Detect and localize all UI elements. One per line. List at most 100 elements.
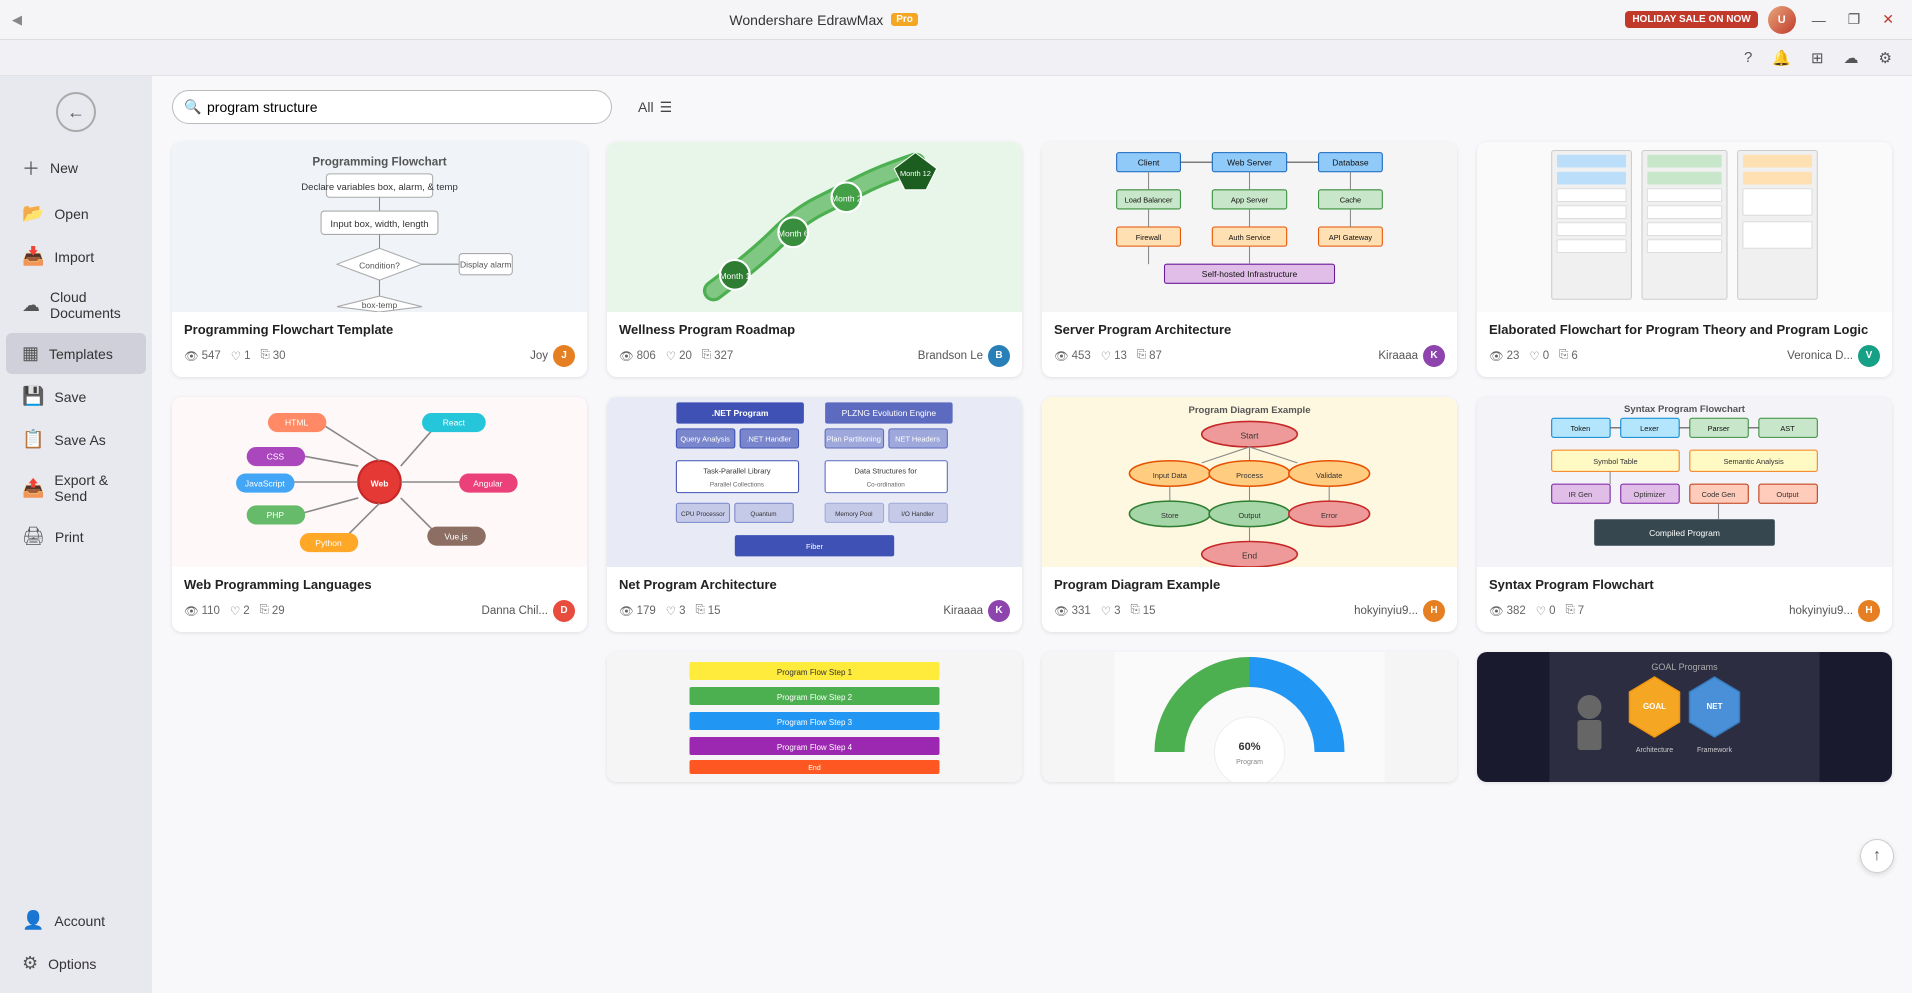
- svg-text:Parser: Parser: [1708, 424, 1730, 433]
- template-card-11[interactable]: GOAL Programs GOAL NET Architecture Fram…: [1477, 652, 1892, 782]
- template-card-3[interactable]: Client Web Server Database Load Balancer…: [1042, 142, 1457, 377]
- sidebar-item-account[interactable]: 👤 Account: [6, 900, 146, 941]
- settings-icon[interactable]: ⚙: [1875, 47, 1896, 69]
- svg-text:CPU Processor: CPU Processor: [681, 511, 726, 518]
- account-icon: 👤: [22, 910, 44, 931]
- heart-icon-7: ♡: [1101, 604, 1111, 618]
- likes-stat-3: ♡ 13: [1101, 349, 1127, 363]
- template-card-9[interactable]: Program Flow Step 1 Program Flow Step 2 …: [607, 652, 1022, 782]
- user-avatar[interactable]: U: [1768, 6, 1796, 34]
- copies-stat-8: ⎘ 7: [1566, 604, 1585, 617]
- sidebar-item-new[interactable]: ＋ New: [6, 145, 146, 191]
- card-meta-2: 👁 806 ♡ 20 ⎘ 327 Brandson Le: [619, 345, 1010, 367]
- sidebar-item-save[interactable]: 💾 Save: [6, 376, 146, 417]
- sidebar-item-print[interactable]: 🖨 Print: [6, 516, 146, 557]
- svg-text:Symbol Table: Symbol Table: [1593, 457, 1637, 466]
- author-3: Kiraaaa K: [1378, 345, 1445, 367]
- views-stat-2: 👁 806: [619, 349, 656, 363]
- eye-icon-8: 👁: [1489, 604, 1504, 618]
- sidebar-item-save-as[interactable]: 📋 Save As: [6, 419, 146, 460]
- template-card-8[interactable]: Syntax Program Flowchart Token Lexer Par…: [1477, 397, 1892, 632]
- upload-cloud-icon[interactable]: ☁: [1840, 47, 1863, 69]
- author-avatar-8: H: [1858, 600, 1880, 622]
- search-icon: 🔍: [184, 99, 201, 116]
- author-1: Joy J: [530, 345, 575, 367]
- svg-text:Query Analysis: Query Analysis: [680, 435, 730, 444]
- maximize-button[interactable]: ❐: [1842, 9, 1867, 30]
- titlebar-left: ◀: [12, 12, 22, 28]
- author-avatar-5: D: [553, 600, 575, 622]
- sidebar-item-templates[interactable]: ▦ Templates: [6, 333, 146, 374]
- card-meta-8: 👁 382 ♡ 0 ⎘ 7 hokyinyiu9...: [1489, 600, 1880, 622]
- sidebar-item-import[interactable]: 📥 Import: [6, 236, 146, 277]
- help-icon[interactable]: ?: [1740, 47, 1756, 68]
- svg-text:Cache: Cache: [1340, 196, 1361, 205]
- sidebar-item-cloud-label: Cloud Documents: [50, 289, 130, 321]
- toolbar2: ? 🔔 ⊞ ☁ ⚙: [0, 40, 1912, 76]
- svg-text:Optimizer: Optimizer: [1634, 490, 1666, 499]
- template-card-1[interactable]: Programming Flowchart Declare variables …: [172, 142, 587, 377]
- template-card-4[interactable]: Elaborated Flowchart for Program Theory …: [1477, 142, 1892, 377]
- svg-text:Semantic Analysis: Semantic Analysis: [1723, 457, 1784, 466]
- template-card-5[interactable]: Web HTML CSS JavaScript PHP: [172, 397, 587, 632]
- heart-icon-3: ♡: [1101, 349, 1111, 363]
- template-card-10[interactable]: 60% Program: [1042, 652, 1457, 782]
- filter-button[interactable]: All ☰: [624, 92, 686, 123]
- author-avatar-1: J: [553, 345, 575, 367]
- likes-stat-4: ♡ 0: [1529, 349, 1549, 363]
- card-meta-6: 👁 179 ♡ 3 ⎘ 15 Kiraaaa: [619, 600, 1010, 622]
- svg-text:GOAL: GOAL: [1643, 702, 1666, 711]
- author-avatar-7: H: [1423, 600, 1445, 622]
- filter-icon: ☰: [660, 99, 673, 116]
- sidebar-item-options[interactable]: ⚙ Options: [6, 943, 146, 984]
- svg-text:Plan Partitioning: Plan Partitioning: [827, 435, 881, 444]
- sidebar-item-templates-label: Templates: [49, 346, 113, 362]
- card-info-4: Elaborated Flowchart for Program Theory …: [1477, 312, 1892, 377]
- author-avatar-3: K: [1423, 345, 1445, 367]
- author-avatar-6: K: [988, 600, 1010, 622]
- sidebar-item-open-label: Open: [54, 206, 88, 222]
- new-icon: ＋: [22, 155, 40, 181]
- sidebar-item-save-as-label: Save As: [54, 432, 105, 448]
- likes-stat-6: ♡ 3: [666, 604, 686, 618]
- filter-label: All: [638, 99, 654, 115]
- notification-icon[interactable]: 🔔: [1768, 47, 1795, 69]
- sidebar-item-export[interactable]: 📤 Export & Send: [6, 462, 146, 514]
- svg-text:IR Gen: IR Gen: [1569, 490, 1593, 499]
- svg-text:Web: Web: [371, 478, 389, 488]
- sidebar-item-cloud[interactable]: ☁ Cloud Documents: [6, 279, 146, 331]
- minimize-button[interactable]: —: [1806, 10, 1832, 30]
- svg-text:PLZNG Evolution Engine: PLZNG Evolution Engine: [842, 408, 937, 418]
- sidebar-item-save-label: Save: [54, 389, 86, 405]
- svg-text:Program: Program: [1236, 759, 1263, 766]
- svg-text:Architecture: Architecture: [1636, 747, 1673, 754]
- scroll-top-button[interactable]: ↑: [1860, 839, 1894, 873]
- svg-text:Code Gen: Code Gen: [1702, 490, 1736, 499]
- card-title-7: Program Diagram Example: [1054, 577, 1445, 594]
- eye-icon-4: 👁: [1489, 349, 1504, 363]
- sidebar-item-print-label: Print: [55, 529, 84, 545]
- search-input[interactable]: [172, 90, 612, 124]
- template-card-2[interactable]: Month 1 Month 6 Month 2 Month 12 Wellnes…: [607, 142, 1022, 377]
- community-icon[interactable]: ⊞: [1807, 47, 1828, 69]
- svg-text:NET Headers: NET Headers: [895, 435, 940, 444]
- author-5: Danna Chil... D: [482, 600, 575, 622]
- svg-text:Parallel Collections: Parallel Collections: [710, 481, 764, 488]
- import-icon: 📥: [22, 246, 44, 267]
- copies-stat-6: ⎘ 15: [696, 604, 721, 617]
- template-card-6[interactable]: .NET Program PLZNG Evolution Engine Quer…: [607, 397, 1022, 632]
- eye-icon-3: 👁: [1054, 349, 1069, 363]
- card-meta-4: 👁 23 ♡ 0 ⎘ 6 Veronica D...: [1489, 345, 1880, 367]
- copy-icon-4: ⎘: [1559, 349, 1568, 362]
- templates-grid: Programming Flowchart Declare variables …: [152, 134, 1912, 993]
- close-button[interactable]: ✕: [1876, 9, 1900, 30]
- back-button[interactable]: ←: [56, 92, 96, 132]
- svg-text:Program Flow Step 4: Program Flow Step 4: [777, 743, 853, 752]
- card-title-8: Syntax Program Flowchart: [1489, 577, 1880, 594]
- card-info-3: Server Program Architecture 👁 453 ♡ 13 ⎘: [1042, 312, 1457, 377]
- svg-text:Auth Service: Auth Service: [1228, 233, 1270, 242]
- sidebar-item-open[interactable]: 📂 Open: [6, 193, 146, 234]
- card-info-7: Program Diagram Example 👁 331 ♡ 3 ⎘ 15: [1042, 567, 1457, 632]
- svg-text:Validate: Validate: [1316, 471, 1342, 480]
- template-card-7[interactable]: Program Diagram Example Start Input Data…: [1042, 397, 1457, 632]
